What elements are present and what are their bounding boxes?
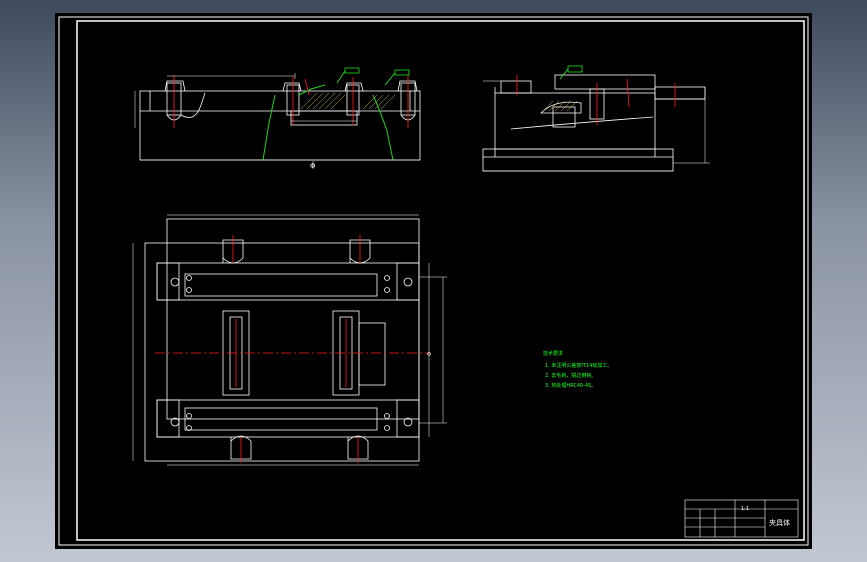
front-dimensions [134,73,420,169]
technical-notes: 技术要求 1. 未注明公差按IT14级加工。 2. 去毛刺，锐边倒钝。 3. 热… [543,350,612,389]
front-base-outline [139,90,421,161]
plan-dimensions [132,214,447,466]
side-callout [559,65,583,80]
title-block-scale: 1:1 [741,506,749,512]
front-section-hatch [300,92,396,110]
title-block-name: 夹具体 [769,518,790,527]
note-item: 3. 热处理HRC40-45。 [545,382,596,389]
cad-viewport[interactable]: Φ Φ 技术要求 1. 未注明公差按IT14级加工。 2. 去毛刺，锐边倒钝。 … [55,13,812,549]
plan-top-bar [156,262,420,301]
side-base-plate [482,148,674,172]
plan-view [144,218,420,462]
plan-bottom-bar [156,399,420,438]
front-section-cut [262,84,394,161]
engineering-drawing: Φ Φ 技术要求 1. 未注明公差按IT14级加工。 2. 去毛刺，锐边倒钝。 … [58,16,809,546]
front-section-mark: Φ [310,162,316,170]
note-item: 1. 未注明公差按IT14级加工。 [545,362,612,369]
plan-main-body [166,218,420,420]
plan-center-mark: Φ [427,352,431,358]
notes-heading: 技术要求 [543,350,563,357]
note-item: 2. 去毛刺，锐边倒钝。 [545,372,596,379]
front-section-view [139,80,421,161]
side-view [482,74,706,172]
front-callouts [336,67,410,86]
